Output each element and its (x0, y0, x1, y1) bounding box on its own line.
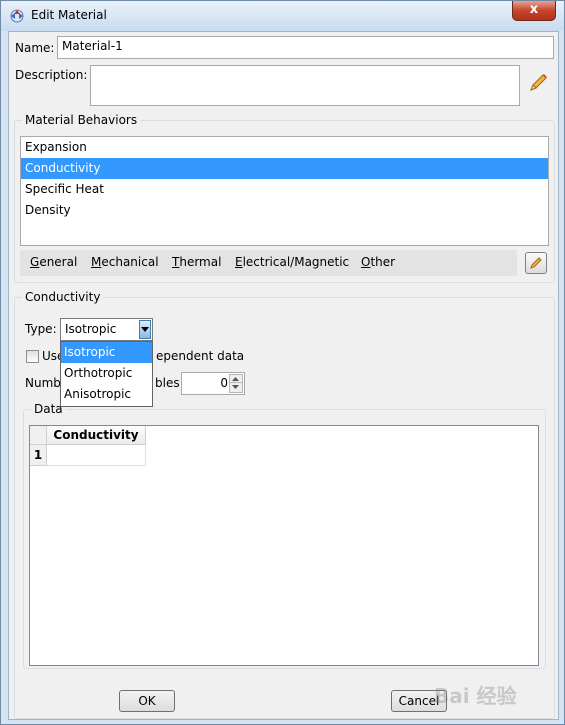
list-item[interactable]: Specific Heat (21, 179, 548, 200)
menu-thermal[interactable]: Thermal (172, 255, 221, 269)
description-label: Description: (15, 68, 88, 82)
dropdown-option[interactable]: Anisotropic (61, 384, 152, 405)
description-field[interactable] (90, 65, 520, 106)
app-icon (10, 9, 24, 23)
ok-button[interactable]: OK (119, 690, 175, 712)
list-item[interactable]: Conductivity (21, 158, 548, 179)
table-corner (30, 426, 47, 445)
title-bar[interactable]: Edit Material x (1, 1, 564, 31)
watermark: Bai 经验 (434, 684, 517, 708)
num-variables-spinner[interactable]: 0 (181, 372, 245, 395)
spin-down-button[interactable] (229, 382, 243, 393)
table-header-conductivity[interactable]: Conductivity (47, 426, 146, 445)
name-field[interactable]: Material-1 (57, 36, 554, 59)
material-behaviors-title: Material Behaviors (22, 113, 141, 127)
name-label: Name: (15, 41, 55, 55)
dropdown-option[interactable]: Orthotropic (61, 363, 152, 384)
chevron-down-icon (232, 385, 239, 389)
spinner-value: 0 (220, 376, 228, 390)
type-label: Type: (25, 322, 57, 336)
use-dependent-label-end: ependent data (156, 349, 245, 363)
chevron-down-icon (141, 327, 149, 332)
data-table[interactable]: Conductivity 1 (29, 425, 539, 666)
menu-electrical-magnetic[interactable]: Electrical/Magnetic (235, 255, 349, 269)
combo-arrow-button[interactable] (139, 320, 151, 339)
dialog-body: Name: Material-1 Description: Material B… (8, 31, 559, 720)
close-button[interactable]: x (512, 1, 556, 21)
num-variables-label-end: bles: (155, 376, 184, 390)
chevron-up-icon (232, 377, 239, 381)
menu-mechanical[interactable]: Mechanical (91, 255, 159, 269)
pencil-icon (530, 257, 542, 269)
num-variables-label-start: Numb (25, 376, 61, 390)
menu-general[interactable]: General (30, 255, 77, 269)
use-dependent-data-checkbox[interactable] (26, 350, 39, 363)
dropdown-option[interactable]: Isotropic (61, 342, 152, 363)
type-dropdown-list[interactable]: Isotropic Orthotropic Anisotropic (60, 341, 153, 407)
behaviors-list[interactable]: Expansion Conductivity Specific Heat Den… (20, 136, 549, 246)
type-combo[interactable]: Isotropic (60, 318, 153, 341)
table-cell[interactable] (47, 445, 146, 466)
behaviors-menubar: General Mechanical Thermal Electrical/Ma… (20, 250, 517, 276)
list-item[interactable]: Density (21, 200, 548, 221)
pencil-icon[interactable] (527, 72, 549, 94)
menu-other[interactable]: Other (361, 255, 395, 269)
list-item[interactable]: Expansion (21, 137, 548, 158)
conductivity-title: Conductivity (22, 290, 104, 304)
table-row-header: 1 (30, 445, 47, 466)
edit-behavior-button[interactable] (525, 252, 547, 274)
type-combo-value: Isotropic (65, 322, 117, 336)
window-title: Edit Material (31, 8, 107, 22)
edit-material-window: Edit Material x Name: Material-1 Descrip… (0, 0, 565, 725)
